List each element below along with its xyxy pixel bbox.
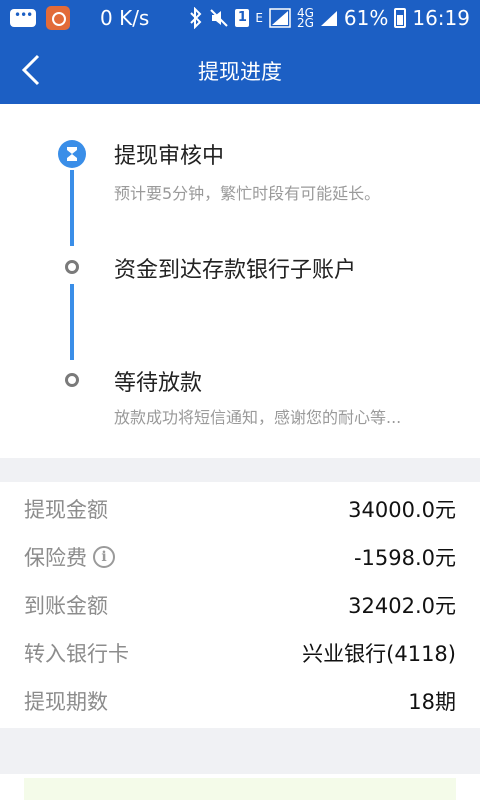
progress-card: 提现审核中 预计要5分钟，繁忙时段有可能延长。 资金到达存款银行子账户 等待放款… bbox=[0, 104, 480, 458]
step-title: 提现审核中 bbox=[114, 144, 225, 169]
step-title: 资金到达存款银行子账户 bbox=[114, 258, 357, 283]
network-type-e: E bbox=[255, 11, 263, 25]
step-pending-indicator bbox=[65, 260, 79, 274]
progress-connector bbox=[70, 170, 74, 246]
details-card: 提现金额 34000.0元 保险费 i -1598.0元 到账金额 32402.… bbox=[0, 482, 480, 728]
step-title: 等待放款 bbox=[114, 371, 203, 396]
detail-value: 18期 bbox=[408, 690, 456, 714]
sim-card-icon: 1 bbox=[235, 9, 250, 27]
step-desc: 预计要5分钟，繁忙时段有可能延长。 bbox=[114, 184, 381, 203]
bottom-notice-box bbox=[24, 778, 456, 800]
message-icon bbox=[10, 8, 36, 27]
step-pending-indicator bbox=[65, 373, 79, 387]
app-bar: 提现进度 bbox=[0, 36, 480, 104]
bluetooth-icon bbox=[190, 7, 202, 29]
detail-label: 提现期数 bbox=[24, 690, 108, 714]
detail-row-bank-card: 转入银行卡 兴业银行(4118) bbox=[0, 632, 480, 672]
progress-connector bbox=[70, 284, 74, 360]
step-desc: 放款成功将短信通知，感谢您的耐心等... bbox=[114, 408, 402, 427]
status-left: 0 K/s bbox=[10, 6, 149, 30]
signal-icon bbox=[269, 8, 291, 28]
detail-row-amount: 提现金额 34000.0元 bbox=[0, 488, 480, 528]
battery-percent: 61% bbox=[343, 6, 389, 30]
app-notification-icon bbox=[46, 6, 70, 30]
detail-label: 到账金额 bbox=[24, 594, 108, 618]
status-bar: 0 K/s 1 E 4G 2G 61% 16:19 bbox=[0, 0, 480, 36]
detail-label: 转入银行卡 bbox=[24, 642, 129, 666]
step-active-indicator bbox=[58, 140, 86, 168]
network-speed: 0 K/s bbox=[100, 6, 150, 30]
battery-icon bbox=[394, 8, 407, 28]
detail-value: 34000.0元 bbox=[348, 498, 456, 522]
bottom-card bbox=[0, 774, 480, 800]
info-icon[interactable]: i bbox=[93, 546, 115, 568]
detail-label: 提现金额 bbox=[24, 498, 108, 522]
hourglass-icon bbox=[67, 147, 77, 161]
detail-value: 兴业银行(4118) bbox=[302, 642, 456, 666]
signal-icon-2 bbox=[320, 11, 337, 26]
detail-row-insurance: 保险费 i -1598.0元 bbox=[0, 536, 480, 576]
detail-label-wrap: 保险费 i bbox=[24, 542, 115, 572]
network-2g-label: 2G bbox=[296, 16, 314, 30]
page-title: 提现进度 bbox=[198, 60, 282, 84]
status-right: 1 E 4G 2G 61% 16:19 bbox=[189, 6, 470, 30]
detail-value: 32402.0元 bbox=[348, 594, 456, 618]
clock: 16:19 bbox=[412, 6, 470, 30]
detail-label: 保险费 bbox=[24, 546, 87, 570]
detail-row-periods: 提现期数 18期 bbox=[0, 680, 480, 720]
detail-value: -1598.0元 bbox=[353, 546, 456, 570]
mute-icon bbox=[210, 9, 229, 27]
network-type-4g: 4G 2G bbox=[296, 7, 314, 30]
detail-row-received: 到账金额 32402.0元 bbox=[0, 584, 480, 624]
